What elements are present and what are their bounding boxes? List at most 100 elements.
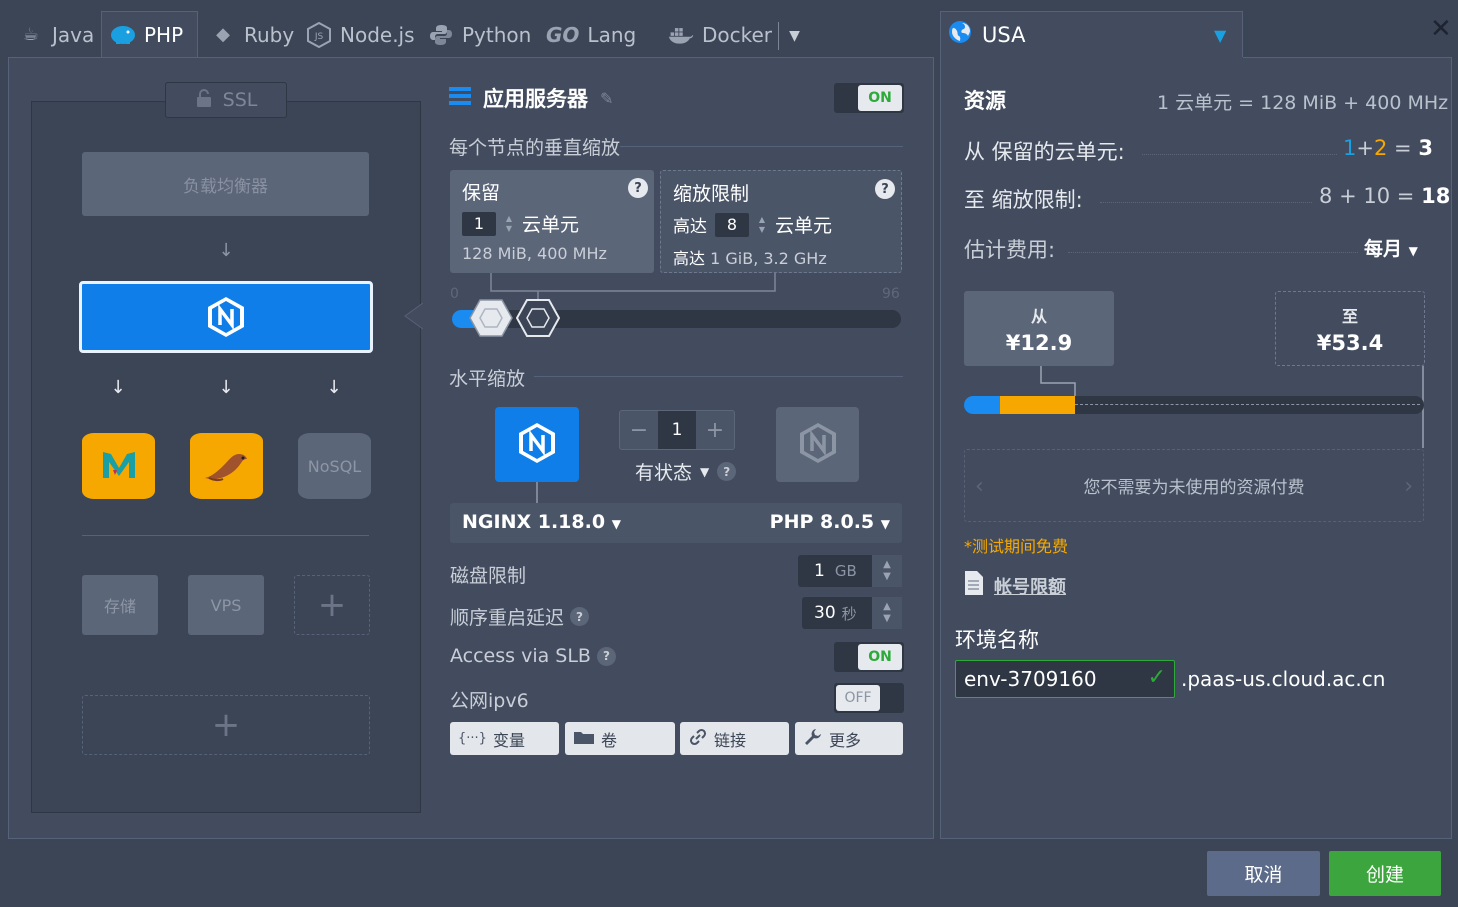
env-name-value: env-3709160: [964, 667, 1097, 691]
cancel-button[interactable]: 取消: [1207, 851, 1320, 896]
chevron-down-icon: ▼: [700, 464, 710, 479]
slider-max: 96: [882, 286, 900, 302]
folder-icon: [573, 729, 595, 749]
mariadb-node[interactable]: [82, 433, 155, 499]
volumes-button[interactable]: 卷: [565, 722, 675, 755]
nginx-instance[interactable]: [495, 407, 579, 482]
reserved-input[interactable]: 1: [462, 211, 496, 236]
vps-node[interactable]: VPS: [188, 575, 264, 635]
tab-label: PHP: [144, 23, 184, 47]
disk-limit-label: 磁盘限制: [450, 565, 527, 587]
arrow-down-icon: ↓: [218, 240, 234, 261]
slider-min: 0: [450, 286, 459, 302]
svg-text:JS: JS: [314, 32, 324, 42]
globe-icon: [948, 20, 972, 49]
toggle-state: ON: [858, 85, 902, 111]
tab-label: Python: [462, 22, 532, 47]
tab-php[interactable]: PHP: [101, 11, 198, 58]
plus-icon: +: [317, 585, 347, 625]
nosql-node[interactable]: NoSQL: [298, 433, 371, 499]
nginx-app-server-node[interactable]: [79, 281, 373, 353]
app-server-toggle[interactable]: ON: [834, 83, 904, 113]
arrow-down-icon: ↓: [218, 377, 234, 398]
reserved-title: 保留: [462, 182, 501, 204]
menu-icon: [449, 86, 471, 111]
tab-label: Java: [52, 22, 95, 47]
tab-nodejs[interactable]: JS Node.js: [298, 12, 423, 57]
load-balancer-node[interactable]: 负载均衡器: [82, 152, 369, 216]
node-count-value[interactable]: 1: [658, 411, 696, 449]
scaling-mode-label: 有状态: [635, 462, 693, 484]
variables-label: 变量: [492, 730, 525, 750]
node-count-stepper[interactable]: − 1 +: [619, 410, 735, 450]
scaling-mode-dropdown[interactable]: 有状态 ▼ ?: [635, 458, 737, 485]
chevron-down-icon: ▼: [789, 28, 800, 44]
add-node-button[interactable]: +: [294, 575, 370, 635]
stepper-arrows-icon[interactable]: ▲ ▼: [872, 555, 902, 587]
ipv6-label: 公网ipv6: [450, 690, 529, 712]
nosql-label: NoSQL: [307, 456, 362, 476]
chevron-down-icon[interactable]: ▼: [1214, 26, 1226, 45]
account-quota-link[interactable]: 帐号限额: [964, 570, 1066, 601]
chevron-left-icon[interactable]: ‹: [975, 474, 984, 499]
reserved-label: 从 保留的云单元:: [964, 140, 1125, 164]
env-name-input[interactable]: env-3709160 ✓: [955, 660, 1175, 698]
more-tabs-dropdown[interactable]: ▼: [778, 22, 810, 50]
app-server-title: 应用服务器: [483, 87, 588, 111]
storage-node[interactable]: 存储: [82, 575, 158, 635]
price-from-value: ¥12.9: [1005, 330, 1073, 355]
pricing-notice: ‹ 您不需要为未使用的资源付费 ›: [964, 449, 1424, 522]
tab-java[interactable]: ☕ Java: [10, 12, 102, 57]
stepper-arrows-icon[interactable]: ▲ ▼: [872, 597, 902, 629]
help-icon[interactable]: ?: [717, 462, 737, 481]
docker-icon: [668, 22, 694, 48]
nginx-version-dropdown[interactable]: NGINX 1.18.0 ▼: [462, 511, 621, 533]
postgresql-node[interactable]: [190, 433, 263, 499]
close-icon[interactable]: ✕: [1430, 14, 1452, 44]
billing-period-dropdown[interactable]: 每月 ▼: [1364, 234, 1418, 261]
plus-icon[interactable]: +: [696, 418, 734, 443]
slb-toggle[interactable]: ON: [834, 642, 904, 672]
wrench-icon: [803, 727, 823, 751]
restart-delay-input[interactable]: 30 秒 ▲ ▼: [802, 597, 902, 629]
help-icon[interactable]: ?: [628, 178, 648, 198]
horizontal-scaling-label: 水平缩放: [449, 368, 526, 390]
trial-note: *测试期间免费: [964, 537, 1069, 556]
disk-limit-input[interactable]: 1 GB ▲ ▼: [798, 555, 902, 587]
help-icon[interactable]: ?: [596, 646, 616, 666]
tab-ruby[interactable]: ◆ Ruby: [202, 12, 302, 57]
help-icon[interactable]: ?: [875, 179, 895, 199]
lock-icon: [195, 88, 215, 113]
add-layer-button[interactable]: +: [82, 695, 370, 755]
slb-label: Access via SLB?: [450, 645, 616, 667]
pencil-icon[interactable]: ✎: [600, 89, 613, 108]
create-button[interactable]: 创建: [1329, 851, 1441, 896]
limit-input[interactable]: 8: [715, 212, 749, 237]
minus-icon[interactable]: −: [620, 418, 658, 443]
ssl-toggle[interactable]: SSL: [165, 82, 287, 118]
ipv6-toggle[interactable]: OFF: [834, 683, 904, 713]
limit-formula: 8 + 10 = 18: [1319, 184, 1451, 208]
resources-title: 资源: [964, 89, 1006, 113]
tab-python[interactable]: Python: [420, 12, 539, 57]
volumes-label: 卷: [601, 730, 618, 750]
tab-go-lang[interactable]: GO Lang: [538, 12, 644, 57]
stepper-arrows-icon[interactable]: ▲ ▼: [757, 215, 767, 235]
tab-docker[interactable]: Docker: [660, 12, 780, 57]
more-button[interactable]: 更多: [795, 722, 903, 755]
price-from: 从 ¥12.9: [964, 291, 1114, 366]
chevron-right-icon[interactable]: ›: [1404, 474, 1413, 499]
help-icon[interactable]: ?: [570, 607, 590, 626]
stepper-arrows-icon[interactable]: ▲ ▼: [504, 214, 514, 234]
reserved-formula: 1+2 = 3: [1343, 136, 1433, 160]
limit-slider-handle[interactable]: [516, 298, 560, 338]
variables-button[interactable]: {···} 变量: [450, 722, 559, 755]
ruby-icon: ◆: [216, 24, 230, 45]
nginx-icon: [517, 421, 557, 469]
links-button[interactable]: 链接: [680, 722, 789, 755]
php-version-dropdown[interactable]: PHP 8.0.5 ▼: [770, 511, 890, 533]
disk-limit-unit: GB: [834, 562, 857, 580]
tab-label: Node.js: [340, 22, 415, 47]
region-selector-label[interactable]: USA: [948, 20, 1025, 49]
reserved-slider-handle[interactable]: [469, 298, 513, 338]
